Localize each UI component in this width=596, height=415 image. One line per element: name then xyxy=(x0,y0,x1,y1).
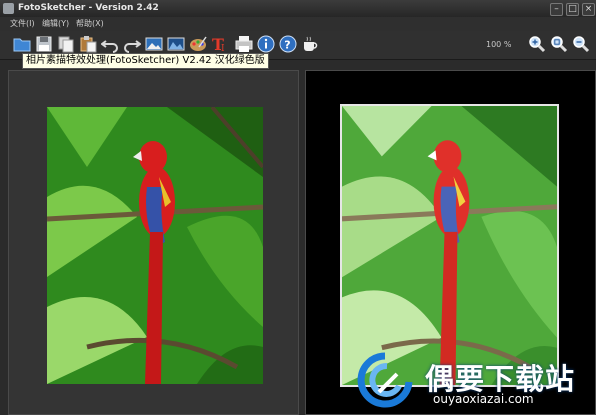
original-photo xyxy=(47,107,263,384)
info-icon[interactable] xyxy=(257,35,275,53)
title-bar: FotoSketcher - Version 2.42 – □ × xyxy=(0,0,596,17)
print-icon[interactable] xyxy=(235,35,253,53)
palette-icon[interactable] xyxy=(189,35,207,53)
undo-icon[interactable] xyxy=(101,35,119,53)
text-icon[interactable]: TI xyxy=(211,35,229,53)
minimize-button[interactable]: – xyxy=(550,3,563,16)
window-title: FotoSketcher - Version 2.42 xyxy=(18,3,159,13)
svg-text:I: I xyxy=(221,44,225,53)
watermark: 偶要下载站 ouyaoxiazai.com xyxy=(355,352,595,412)
copy-icon[interactable] xyxy=(57,35,75,53)
watermark-logo-icon xyxy=(357,352,413,408)
svg-text:?: ? xyxy=(284,39,290,52)
landscape-icon[interactable] xyxy=(167,35,185,53)
watermark-url: ouyaoxiazai.com xyxy=(433,392,534,406)
close-button[interactable]: × xyxy=(582,3,595,16)
menu-help[interactable]: 帮助(X) xyxy=(76,17,104,31)
open-folder-icon[interactable] xyxy=(13,35,31,53)
help-icon[interactable]: ? xyxy=(279,35,297,53)
zoom-fit-icon[interactable] xyxy=(550,35,568,53)
sketch-photo xyxy=(340,104,559,387)
coffee-icon[interactable] xyxy=(301,35,319,53)
redo-icon[interactable] xyxy=(123,35,141,53)
maximize-button[interactable]: □ xyxy=(566,3,579,16)
zoom-level: 100 % xyxy=(486,40,512,49)
tooltip: 相片素描特效处理(FotoSketcher) V2.42 汉化绿色版 xyxy=(22,53,269,69)
image-icon[interactable] xyxy=(145,35,163,53)
app-icon xyxy=(3,3,14,14)
paste-icon[interactable] xyxy=(79,35,97,53)
menu-edit[interactable]: 编辑(Y) xyxy=(42,17,69,31)
menu-bar: 文件(I) 编辑(Y) 帮助(X) xyxy=(0,17,596,31)
zoom-in-icon[interactable] xyxy=(528,35,546,53)
zoom-out-icon[interactable] xyxy=(572,35,590,53)
menu-file[interactable]: 文件(I) xyxy=(10,17,35,31)
save-icon[interactable] xyxy=(35,35,53,53)
